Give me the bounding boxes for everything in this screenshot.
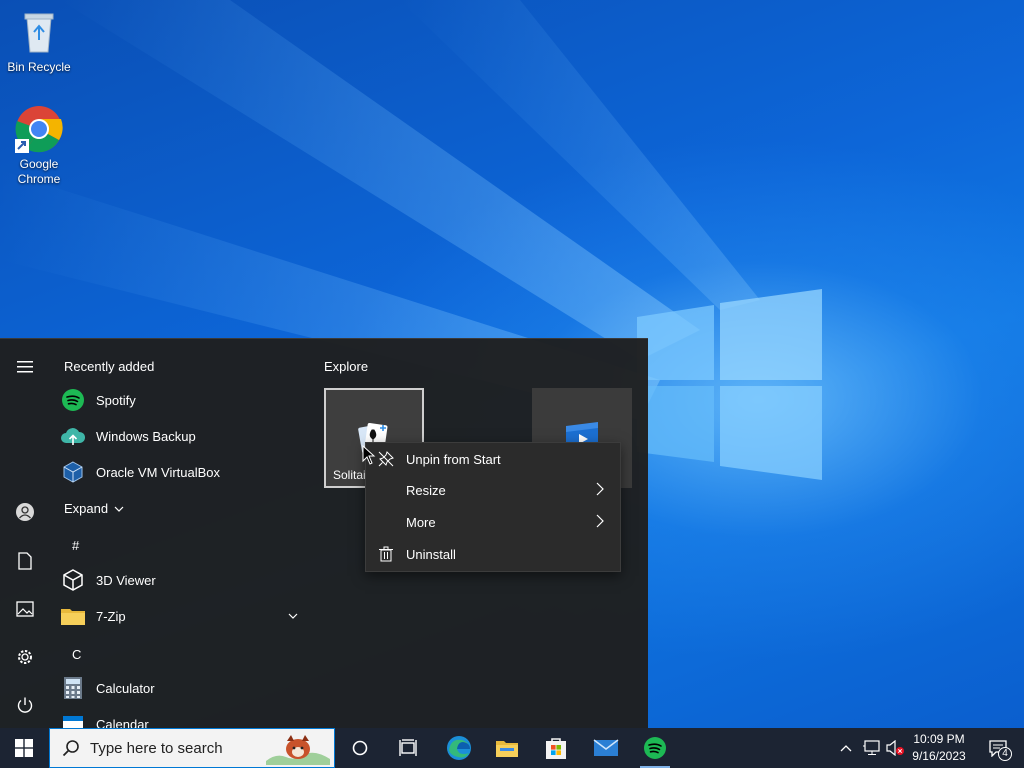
spotify-taskbar-button[interactable] — [632, 728, 678, 768]
power-icon[interactable] — [9, 689, 41, 721]
desktop-icon-chrome[interactable]: Google Chrome — [1, 105, 77, 187]
edge-button[interactable] — [438, 728, 480, 768]
mail-icon — [593, 739, 619, 756]
app-item-windows-backup[interactable]: Windows Backup — [60, 419, 310, 453]
network-button[interactable] — [860, 728, 882, 768]
windows-logo-icon — [15, 739, 33, 757]
task-view-button[interactable] — [388, 728, 428, 768]
clock-time: 10:09 PM — [913, 732, 965, 746]
menu-item-label: Uninstall — [406, 546, 456, 562]
show-hidden-icons-button[interactable] — [836, 728, 856, 768]
file-explorer-icon — [496, 741, 518, 757]
chrome-icon — [15, 105, 63, 153]
app-item-virtualbox[interactable]: Oracle VM VirtualBox — [60, 455, 310, 489]
network-icon — [863, 740, 880, 755]
mouse-cursor-icon — [362, 445, 376, 465]
desktop-icon-label: Google Chrome — [17, 157, 61, 186]
cortana-icon — [352, 740, 368, 756]
desktop-icon-label: Bin Recycle — [7, 60, 71, 74]
expand-button[interactable]: Expand — [64, 501, 124, 516]
taskbar: Type here to search 10:09 PM 9/16/2023 4 — [0, 728, 1024, 768]
gear-icon[interactable] — [9, 641, 41, 673]
menu-item-unpin[interactable]: Unpin from Start — [366, 443, 620, 475]
search-icon — [62, 740, 79, 757]
app-item-spotify[interactable]: Spotify — [60, 383, 310, 417]
notification-count-badge: 4 — [998, 747, 1012, 761]
red-panda-illustration-icon — [266, 735, 330, 765]
desktop-icon-recycle-bin[interactable]: Bin Recycle — [1, 8, 77, 75]
trash-icon — [379, 546, 393, 562]
chevron-right-icon — [596, 514, 604, 528]
app-item-3d-viewer[interactable]: 3D Viewer — [60, 563, 310, 597]
calculator-icon — [60, 675, 86, 701]
backup-cloud-icon — [60, 423, 86, 449]
taskbar-clock[interactable]: 10:09 PM 9/16/2023 — [906, 731, 972, 765]
windows-logo-wallpaper — [637, 289, 822, 480]
user-icon[interactable] — [9, 496, 41, 528]
app-item-label: 3D Viewer — [96, 572, 156, 588]
app-item-label: Windows Backup — [96, 428, 196, 444]
explore-heading: Explore — [324, 359, 369, 374]
expand-label: Expand — [64, 501, 109, 516]
clock-date: 9/16/2023 — [912, 749, 966, 763]
pictures-icon[interactable] — [9, 593, 41, 625]
spotify-icon — [60, 387, 86, 413]
app-item-label: Calculator — [96, 680, 155, 696]
chevron-down-icon — [114, 506, 124, 512]
taskbar-search-box[interactable]: Type here to search — [49, 728, 335, 768]
group-letter-c[interactable]: C — [72, 647, 81, 662]
app-list: Recently added Spotify Windows Backup Or… — [50, 339, 310, 734]
recycle-bin-icon — [15, 8, 63, 56]
hamburger-icon[interactable] — [9, 351, 41, 383]
start-rail — [0, 339, 50, 729]
store-icon — [546, 738, 566, 759]
folder-icon — [60, 603, 86, 629]
cube-icon — [60, 567, 86, 593]
group-letter-hash[interactable]: # — [72, 538, 79, 553]
app-item-label: 7-Zip — [96, 608, 126, 624]
menu-item-more[interactable]: More — [366, 506, 620, 538]
volume-button[interactable] — [884, 728, 906, 768]
chevron-up-icon — [840, 745, 852, 752]
menu-item-uninstall[interactable]: Uninstall — [366, 538, 620, 570]
menu-item-label: More — [406, 514, 436, 530]
menu-item-resize[interactable]: Resize — [366, 474, 620, 506]
recently-added-heading: Recently added — [64, 359, 155, 374]
app-item-7zip[interactable]: 7-Zip — [60, 599, 310, 633]
start-button[interactable] — [0, 728, 48, 768]
menu-item-label: Unpin from Start — [406, 451, 501, 467]
search-placeholder: Type here to search — [90, 739, 223, 757]
app-item-calculator[interactable]: Calculator — [60, 671, 310, 705]
app-item-label: Oracle VM VirtualBox — [96, 464, 221, 480]
document-icon[interactable] — [9, 545, 41, 577]
task-view-icon — [399, 739, 417, 756]
tile-context-menu: Unpin from Start Resize More Uninstall — [365, 442, 621, 572]
file-explorer-button[interactable] — [486, 728, 528, 768]
unpin-icon — [378, 451, 394, 467]
cortana-button[interactable] — [340, 728, 380, 768]
action-center-button[interactable]: 4 — [978, 728, 1018, 768]
spotify-icon — [644, 737, 666, 759]
menu-item-label: Resize — [406, 482, 446, 498]
chevron-down-icon[interactable] — [288, 613, 298, 619]
chevron-right-icon — [596, 482, 604, 496]
virtualbox-icon — [60, 459, 86, 485]
edge-icon — [447, 736, 471, 760]
app-item-label: Spotify — [96, 392, 136, 408]
store-button[interactable] — [534, 728, 578, 768]
volume-muted-icon — [886, 740, 904, 756]
mail-button[interactable] — [584, 728, 628, 768]
